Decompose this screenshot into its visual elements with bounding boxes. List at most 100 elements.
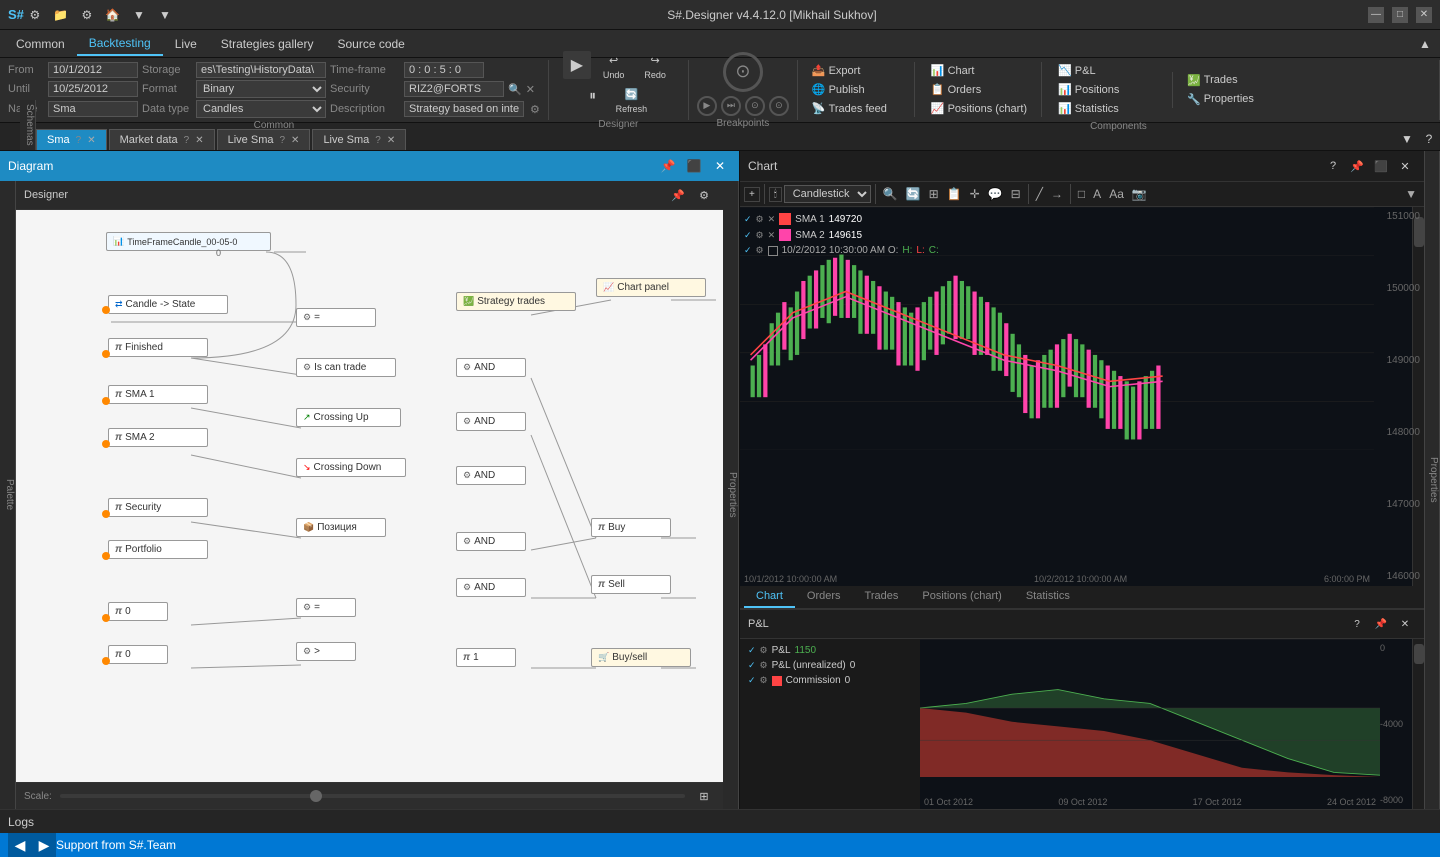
collapse-button[interactable]: ▲ — [1414, 33, 1436, 55]
node-greater[interactable]: ⚙ > — [296, 642, 356, 661]
undo-button[interactable]: ↩ Undo — [595, 51, 633, 83]
menu-item-live[interactable]: Live — [163, 33, 209, 55]
pl-close-button[interactable]: ✕ — [1394, 613, 1416, 635]
toolbar-icon-5[interactable]: ▼ — [128, 4, 150, 26]
bp-btn-4[interactable]: ⊙ — [769, 96, 789, 116]
chart-main[interactable]: 151000 150000 149000 148000 147000 14600… — [740, 207, 1424, 586]
format-select[interactable]: Binary — [196, 80, 326, 98]
node-buy-sell[interactable]: 🛒 Buy/sell — [591, 648, 691, 667]
node-is-can-trade[interactable]: ⚙ Is can trade — [296, 358, 396, 377]
trades-button[interactable]: 💹Trades — [1181, 72, 1281, 89]
toolbar-icon-2[interactable]: 📁 — [50, 4, 72, 26]
tab-expand-icon[interactable]: ▼ — [1396, 128, 1418, 150]
node-and4[interactable]: ⚙ AND — [456, 532, 526, 551]
bp-btn-2[interactable]: ⏭ — [721, 96, 741, 116]
chart-zoom-button[interactable]: 🔍 — [880, 186, 901, 202]
chart-font-button[interactable]: Aa — [1106, 186, 1127, 202]
menu-item-source[interactable]: Source code — [325, 33, 416, 55]
node-zero2[interactable]: π 0 — [108, 645, 168, 664]
tab-live-sma-2-close[interactable]: ✕ — [387, 135, 395, 146]
until-input[interactable] — [48, 81, 138, 97]
chart-screenshot-button[interactable]: 📷 — [1129, 186, 1150, 202]
chart-copy-button[interactable]: 📋 — [944, 186, 965, 202]
tab-sma-help[interactable]: ? — [76, 135, 82, 146]
node-position[interactable]: 📦 Позиция — [296, 518, 386, 537]
statistics-button[interactable]: 📊Statistics — [1052, 100, 1162, 117]
node-sma1[interactable]: π SMA 1 — [108, 385, 208, 404]
legend-sma1-gear[interactable]: ⚙ — [756, 214, 764, 225]
chart-close-button[interactable]: ✕ — [1394, 155, 1416, 177]
node-sma2[interactable]: π SMA 2 — [108, 428, 208, 447]
pl-help-button[interactable]: ? — [1346, 613, 1368, 635]
node-crossing-up[interactable]: ↗ Crossing Up — [296, 408, 401, 427]
settings-icon[interactable]: ⚙ — [530, 103, 540, 116]
right-properties-sidebar[interactable]: Properties — [1424, 151, 1440, 809]
trades-feed-button[interactable]: 📡Trades feed — [806, 100, 906, 117]
chart-tab-trades[interactable]: Trades — [853, 586, 911, 608]
status-back-button[interactable]: ◀ — [8, 833, 32, 857]
tab-live-sma-2[interactable]: Live Sma ? ✕ — [312, 129, 406, 150]
tab-live-sma-2-help[interactable]: ? — [375, 135, 381, 146]
positions-button[interactable]: 📊Positions — [1052, 81, 1162, 98]
legend-candle-gear[interactable]: ⚙ — [756, 245, 764, 256]
tab-sma-close[interactable]: ✕ — [87, 135, 95, 146]
pl-check-2[interactable]: ✓ — [748, 660, 756, 671]
publish-button[interactable]: 🌐Publish — [806, 81, 906, 98]
chart-panel-button[interactable]: ⊟ — [1008, 186, 1024, 202]
status-forward-button[interactable]: ▶ — [32, 833, 56, 857]
toolbar-icon-3[interactable]: ⚙ — [76, 4, 98, 26]
legend-candle-check[interactable]: ✓ — [744, 245, 752, 256]
chart-grid-button[interactable]: ⊞ — [926, 186, 942, 202]
pl-gear-1[interactable]: ⚙ — [760, 645, 768, 656]
diagram-close-button[interactable]: ✕ — [709, 155, 731, 177]
scale-slider[interactable] — [310, 790, 322, 802]
tab-live-sma-1[interactable]: Live Sma ? ✕ — [217, 129, 311, 150]
node-portfolio[interactable]: π Portfolio — [108, 540, 208, 559]
chart-tab-positions-chart[interactable]: Positions (chart) — [910, 586, 1013, 608]
chart-pin-button[interactable]: 📌 — [1346, 155, 1368, 177]
legend-sma1-check[interactable]: ✓ — [744, 214, 752, 225]
chart-arrow-button[interactable]: → — [1048, 186, 1066, 202]
tab-market-help[interactable]: ? — [184, 135, 190, 146]
tab-live-sma-1-help[interactable]: ? — [279, 135, 285, 146]
orders-button[interactable]: 📋Orders — [925, 81, 1033, 98]
timeframe-input[interactable] — [404, 62, 484, 78]
security-clear-icon[interactable]: ✕ — [526, 83, 535, 96]
node-sell[interactable]: π Sell — [591, 575, 671, 594]
chart-button[interactable]: 📊Chart — [925, 62, 1033, 79]
tab-market-data[interactable]: Market data ? ✕ — [109, 129, 215, 150]
maximize-button[interactable]: □ — [1392, 7, 1408, 23]
scale-settings-button[interactable]: ⊞ — [693, 785, 715, 807]
toolbar-icon-6[interactable]: ▼ — [154, 4, 176, 26]
tab-sma[interactable]: Sma ? ✕ — [36, 129, 107, 150]
chart-refresh-btn[interactable]: 🔄 — [903, 186, 924, 202]
redo-button[interactable]: ↪ Redo — [636, 51, 674, 83]
menu-item-common[interactable]: Common — [4, 33, 77, 55]
chart-series-button[interactable]: 🕯 — [769, 187, 782, 202]
diagram-float-button[interactable]: ⬛ — [683, 155, 705, 177]
legend-sma2-x[interactable]: ✕ — [768, 230, 776, 241]
node-and5[interactable]: ⚙ AND — [456, 578, 526, 597]
close-button[interactable]: ✕ — [1416, 7, 1432, 23]
node-strategy-trades[interactable]: 💹 Strategy trades — [456, 292, 576, 311]
node-equals2[interactable]: ⚙ = — [296, 598, 356, 617]
tab-market-close[interactable]: ✕ — [195, 135, 203, 146]
properties-button[interactable]: 🔧Properties — [1181, 91, 1281, 108]
from-input[interactable] — [48, 62, 138, 78]
node-and1[interactable]: ⚙ AND — [456, 358, 526, 377]
refresh-button[interactable]: 🔄 Refresh — [608, 85, 656, 117]
play-button[interactable]: ▶ — [563, 51, 591, 79]
chart-type-select[interactable]: Candlestick Line Bar — [784, 185, 871, 203]
schemas-bar[interactable]: Schemas — [20, 100, 36, 150]
chart-rect-button[interactable]: □ — [1075, 186, 1088, 202]
node-and2[interactable]: ⚙ AND — [456, 412, 526, 431]
node-buy[interactable]: π Buy — [591, 518, 671, 537]
node-crossing-down[interactable]: ↘ Crossing Down — [296, 458, 406, 477]
diagram-properties-bar[interactable]: Properties — [723, 181, 739, 809]
chart-add-button[interactable]: + — [744, 187, 760, 202]
node-and3[interactable]: ⚙ AND — [456, 466, 526, 485]
pl-check-1[interactable]: ✓ — [748, 645, 756, 656]
chart-settings-button[interactable]: ▼ — [1402, 186, 1420, 202]
bp-btn-1[interactable]: ▶ — [697, 96, 717, 116]
minimize-button[interactable]: — — [1368, 7, 1384, 23]
